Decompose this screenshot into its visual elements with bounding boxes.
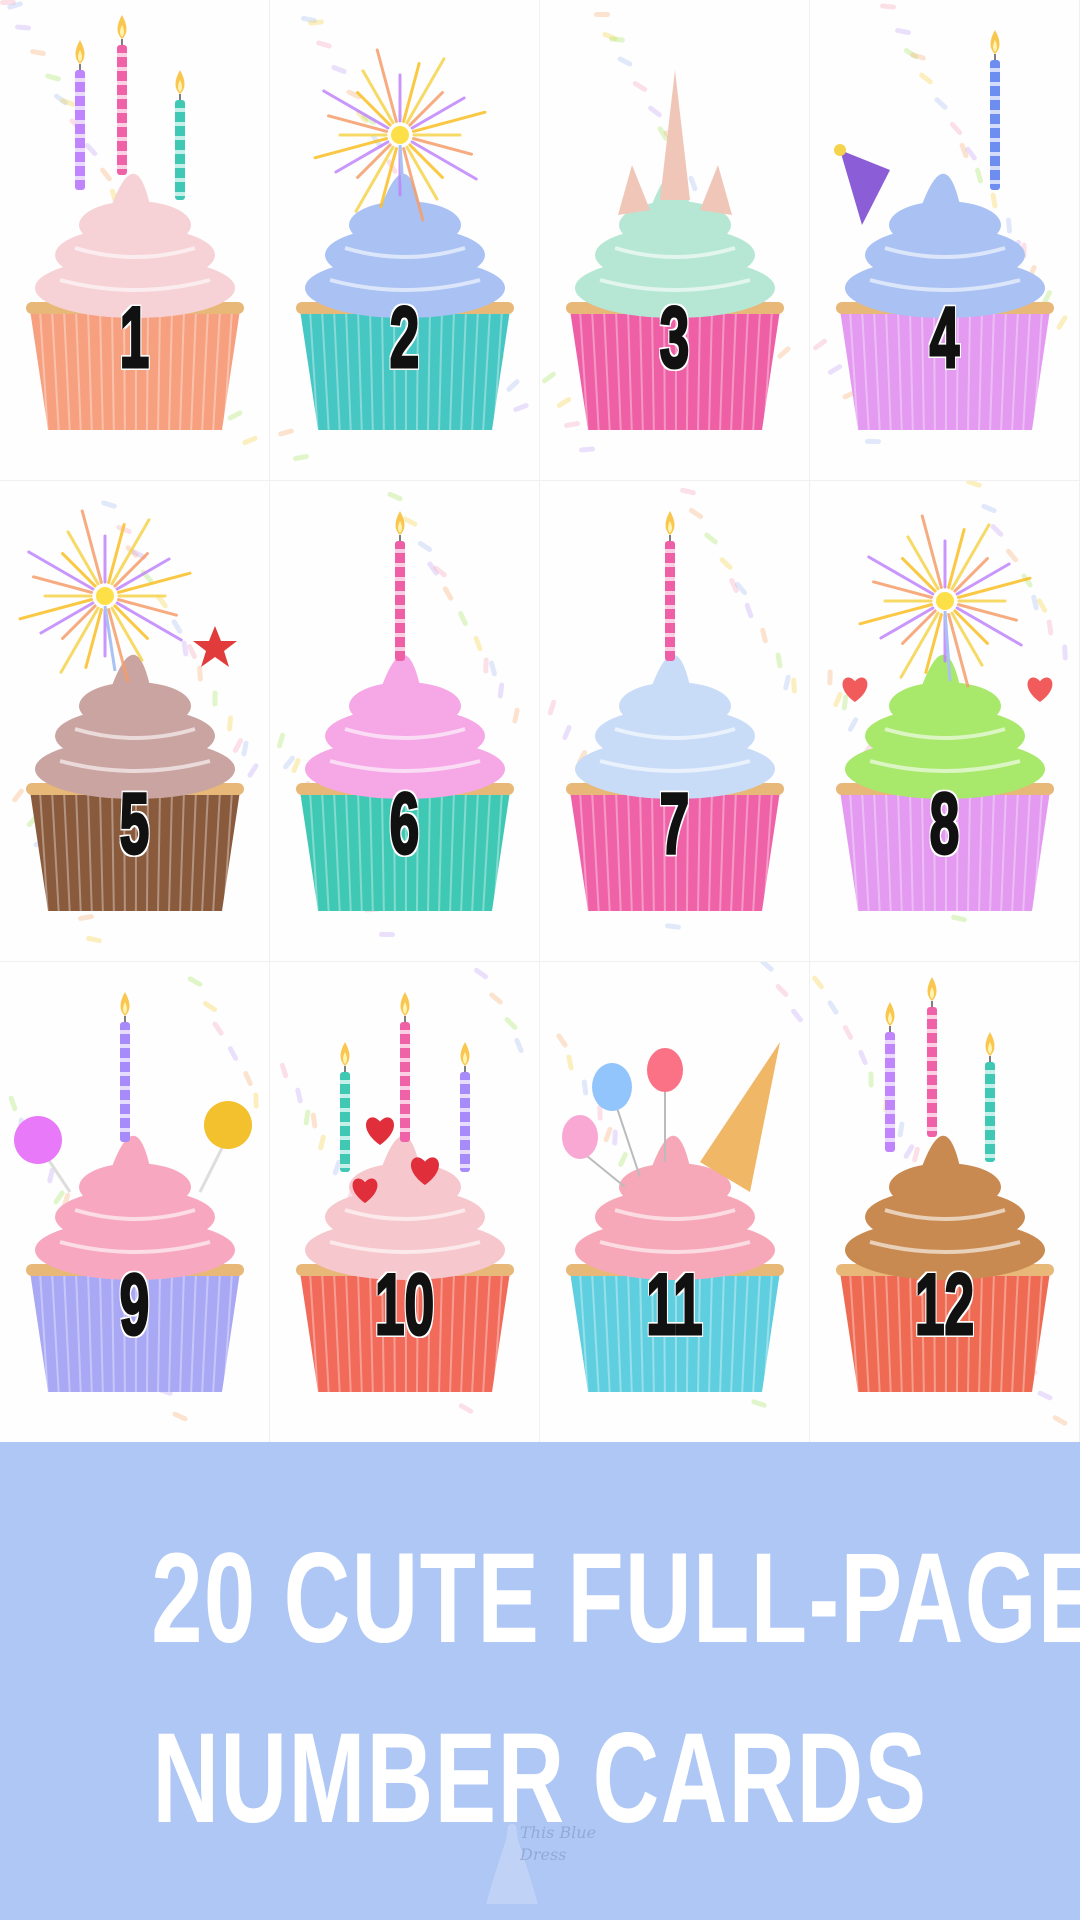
three-candles-cupcake-icon: [836, 977, 1054, 1393]
party-hat-candle-cupcake-icon: [834, 30, 1054, 431]
cupcake-card-grid: 1 2 3 4 5 6 7 8 9 10 11 12: [0, 0, 1080, 1443]
card-number: 6: [389, 776, 421, 872]
card-number: 12: [914, 1257, 975, 1353]
hearts-candles-cupcake-icon: [296, 992, 514, 1393]
cupcake-card-4: 4: [810, 0, 1080, 481]
three-candles-cupcake-icon: [26, 15, 244, 431]
card-number: 3: [659, 290, 691, 386]
banner-title-line-1: 20 CUTE FULL-PAGE: [151, 1527, 1080, 1670]
candle-cupcake-icon: [566, 511, 784, 912]
card-number: 7: [659, 776, 691, 872]
cupcake-card-8: 8: [810, 481, 1080, 962]
cupcake-card-7: 7: [540, 481, 810, 962]
cupcake-card-10: 10: [270, 962, 540, 1443]
card-number: 4: [929, 290, 961, 386]
card-number: 2: [389, 290, 421, 386]
cupcake-card-12: 12: [810, 962, 1080, 1443]
card-number: 5: [119, 776, 151, 872]
cone-balloons-cupcake-icon: [562, 1042, 784, 1393]
card-number: 10: [374, 1257, 435, 1353]
cupcake-card-3: 3: [540, 0, 810, 481]
sparkler-hearts-cupcake-icon: [836, 514, 1054, 912]
card-number: 11: [645, 1257, 703, 1353]
lollipops-candle-cupcake-icon: [14, 992, 252, 1393]
sparkler-cupcake-icon: [296, 48, 514, 431]
candle-cupcake-icon: [296, 511, 514, 912]
cupcake-card-5: 5: [0, 481, 270, 962]
card-number: 8: [929, 776, 961, 872]
cupcake-card-1: 1: [0, 0, 270, 481]
brand-logo-text: This Blue Dress: [520, 1823, 597, 1864]
cupcake-card-9: 9: [0, 962, 270, 1443]
sparkler-star-cupcake-icon: [18, 509, 244, 912]
cupcake-card-6: 6: [270, 481, 540, 962]
cupcake-card-2: 2: [270, 0, 540, 481]
unicorn-horn-cupcake-icon: [566, 70, 784, 431]
cupcake-card-11: 11: [540, 962, 810, 1443]
card-number: 9: [119, 1257, 151, 1353]
card-number: 1: [119, 290, 151, 386]
